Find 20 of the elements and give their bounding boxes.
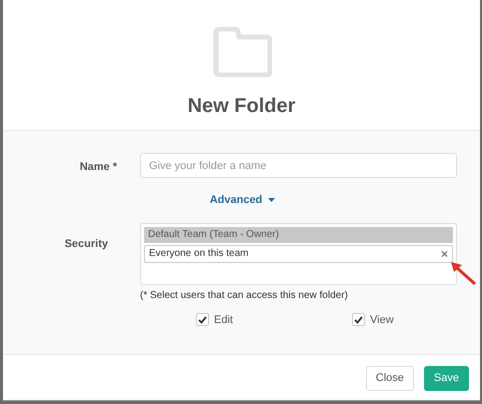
remove-button[interactable]: ×	[440, 248, 448, 260]
checkbox[interactable]	[196, 313, 209, 326]
checkbox-label: View	[370, 312, 394, 328]
annotation-arrow-icon	[449, 260, 477, 286]
checkmark-icon	[354, 316, 363, 324]
field-label: Name *	[80, 160, 117, 172]
group-option[interactable]: Default Team (Team - Owner)	[144, 226, 453, 242]
checkmark-icon	[198, 316, 207, 324]
checkbox-label: Edit	[214, 312, 233, 328]
save-button[interactable]: Save	[424, 366, 469, 391]
folder-icon	[212, 27, 272, 77]
dialog-title: New Folder	[188, 94, 296, 119]
user-select-box[interactable]: Default Team (Team - Owner) Everyone on this team ×	[140, 222, 457, 284]
input-field[interactable]: Give your folder a name	[140, 153, 457, 178]
advanced-toggle[interactable]: Advanced	[210, 192, 276, 208]
checkbox[interactable]	[352, 313, 365, 326]
hint-text: (* Select users that can access this new folder)	[140, 288, 349, 302]
close-button[interactable]: Close	[366, 366, 414, 391]
field-label: Security	[64, 238, 108, 250]
member-tag[interactable]: Everyone on this team ×	[144, 244, 453, 262]
